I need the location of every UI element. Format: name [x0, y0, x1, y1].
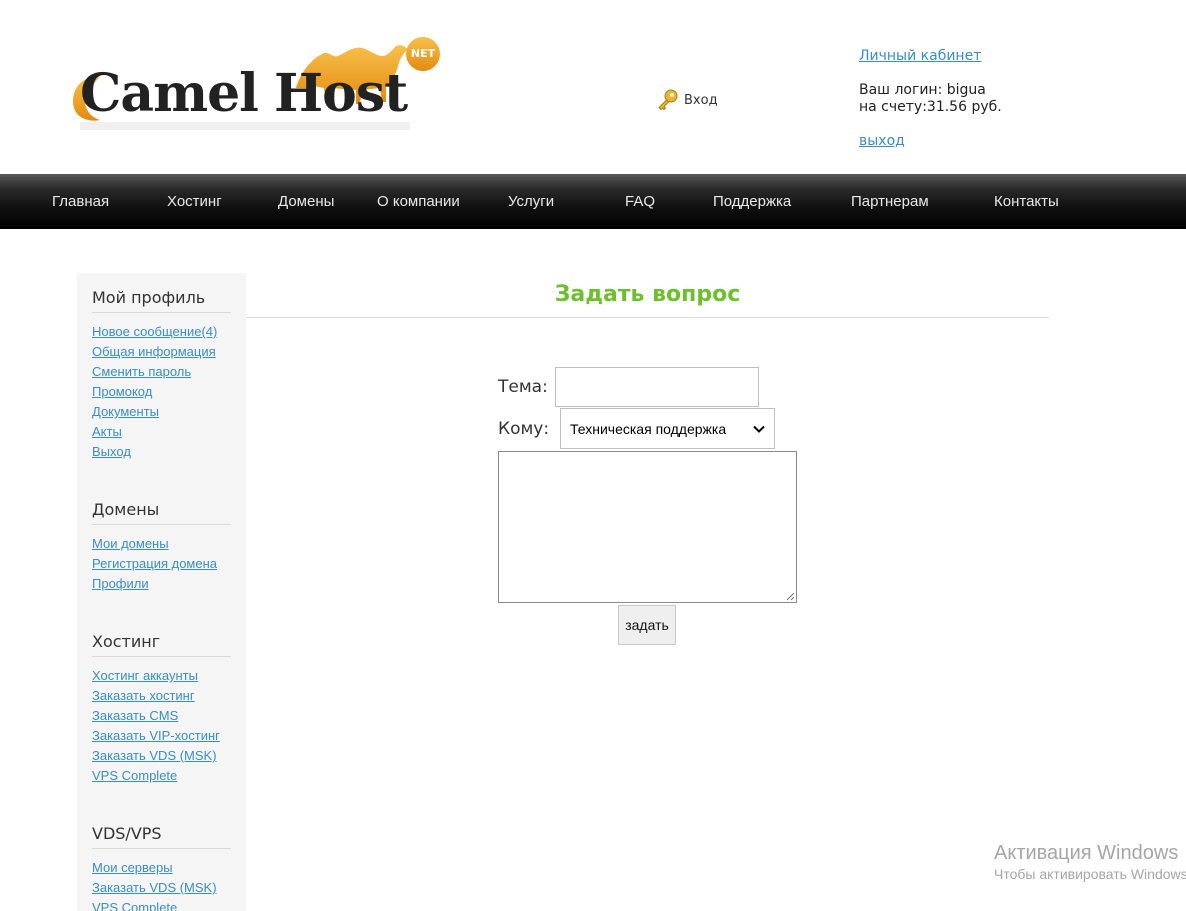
- sidebar-title-domains: Домены: [92, 496, 231, 525]
- page: Camel Host NET Вход Личный кабинет Ваш л…: [0, 0, 1186, 911]
- sidebar-link-order-cms[interactable]: Заказать CMS: [92, 706, 231, 726]
- sidebar-link-vps-complete[interactable]: VPS Complete: [92, 766, 231, 786]
- sidebar-link-register-domain[interactable]: Регистрация домена: [92, 554, 231, 574]
- sidebar-title-hosting: Хостинг: [92, 628, 231, 657]
- account-panel: Личный кабинет Ваш логин: bigua на счету…: [859, 48, 1002, 150]
- topic-label: Тема:: [498, 377, 548, 397]
- sidebar-link-my-servers[interactable]: Мои серверы: [92, 858, 231, 878]
- login-info: Ваш логин: bigua: [859, 82, 986, 98]
- logo-badge-net: NET: [410, 47, 436, 60]
- sidebar-link-exit[interactable]: Выход: [92, 442, 231, 462]
- sidebar-link-order-vds-msk[interactable]: Заказать VDS (MSK): [92, 746, 231, 766]
- nav-item-services[interactable]: Услуги: [508, 174, 554, 229]
- sidebar-link-hosting-accounts[interactable]: Хостинг аккаунты: [92, 666, 231, 686]
- nav-item-contacts[interactable]: Контакты: [994, 174, 1059, 229]
- sidebar-link-my-domains[interactable]: Мои домены: [92, 534, 231, 554]
- watermark-subtitle: Чтобы активировать Windows: [994, 866, 1186, 882]
- main-nav: Главная Хостинг Домены О компании Услуги…: [0, 174, 1186, 229]
- submit-question-button[interactable]: задать: [618, 605, 676, 645]
- login-link[interactable]: Вход: [656, 88, 718, 112]
- nav-item-domains[interactable]: Домены: [278, 174, 334, 229]
- nav-item-partners[interactable]: Партнерам: [851, 174, 929, 229]
- sidebar-link-order-vds-msk-2[interactable]: Заказать VDS (MSK): [92, 878, 231, 898]
- sidebar-link-order-hosting[interactable]: Заказать хостинг: [92, 686, 231, 706]
- sidebar-title-vds: VDS/VPS: [92, 820, 231, 849]
- sidebar-link-new-message[interactable]: Новое сообщение(4): [92, 322, 231, 342]
- personal-cabinet-link[interactable]: Личный кабинет: [859, 48, 1002, 65]
- sidebar: Мой профиль Новое сообщение(4) Общая инф…: [77, 273, 246, 911]
- nav-item-support[interactable]: Поддержка: [713, 174, 791, 229]
- sidebar-link-acts[interactable]: Акты: [92, 422, 231, 442]
- recipient-label: Кому:: [498, 419, 550, 439]
- sidebar-link-change-password[interactable]: Сменить пароль: [92, 362, 231, 382]
- nav-item-hosting[interactable]: Хостинг: [167, 174, 222, 229]
- sidebar-link-order-vip-hosting[interactable]: Заказать VIP-хостинг: [92, 726, 231, 746]
- login-label: Вход: [684, 92, 718, 108]
- logout-link[interactable]: выход: [859, 133, 1002, 150]
- topic-input[interactable]: [555, 367, 759, 407]
- nav-item-faq[interactable]: FAQ: [625, 174, 655, 229]
- sidebar-section-hosting: Хостинг Хостинг аккаунты Заказать хостин…: [92, 628, 231, 786]
- sidebar-link-promo[interactable]: Промокод: [92, 382, 231, 402]
- key-icon: [658, 89, 678, 111]
- logo-text-host: Host: [274, 63, 408, 124]
- resize-grip-icon[interactable]: [786, 592, 795, 601]
- chevron-down-icon: [753, 425, 765, 433]
- watermark-title: Активация Windows: [994, 842, 1179, 864]
- windows-activation-watermark: Активация Windows Чтобы активировать Win…: [994, 841, 1186, 883]
- page-title: Задать вопрос: [246, 282, 1049, 318]
- nav-item-about[interactable]: О компании: [377, 174, 460, 229]
- recipient-selected-value: Техническая поддержка: [570, 420, 727, 437]
- nav-item-home[interactable]: Главная: [52, 174, 109, 229]
- camel-host-logo[interactable]: Camel Host NET: [70, 36, 450, 132]
- sidebar-link-profiles[interactable]: Профили: [92, 574, 231, 594]
- recipient-select[interactable]: Техническая поддержка: [560, 408, 775, 449]
- sidebar-link-vps-complete-2[interactable]: VPS Complete: [92, 898, 231, 911]
- sidebar-section-domains: Домены Мои домены Регистрация домена Про…: [92, 496, 231, 594]
- sidebar-link-general-info[interactable]: Общая информация: [92, 342, 231, 362]
- sidebar-section-vds: VDS/VPS Мои серверы Заказать VDS (MSK) V…: [92, 820, 231, 911]
- balance-info: на счету:31.56 руб.: [859, 99, 1002, 115]
- sidebar-link-documents[interactable]: Документы: [92, 402, 231, 422]
- message-textarea[interactable]: [498, 451, 797, 603]
- sidebar-section-profile: Мой профиль Новое сообщение(4) Общая инф…: [92, 284, 231, 462]
- sidebar-title-profile: Мой профиль: [92, 284, 231, 313]
- logo-text-camel: Camel: [80, 63, 259, 124]
